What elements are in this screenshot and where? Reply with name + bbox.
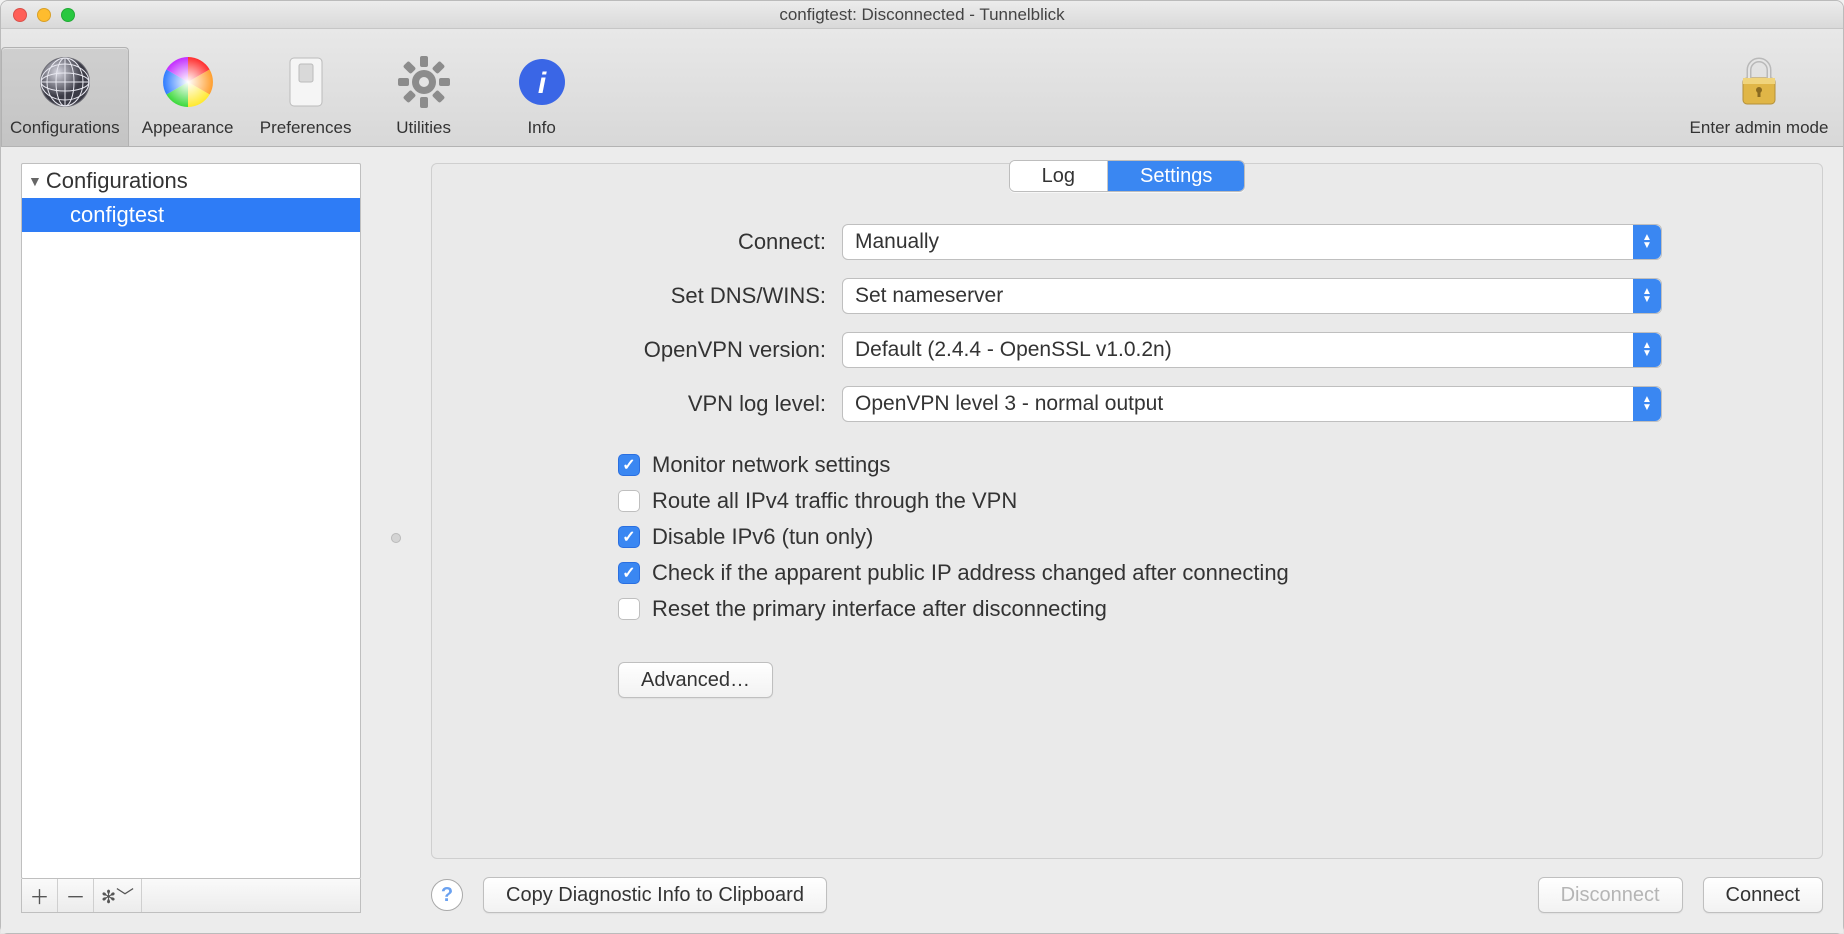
check-route-ipv4-box[interactable] [618,490,640,512]
disclosure-triangle-icon[interactable]: ▼ [28,173,42,189]
toolbar: Configurations Appearance Preferences Ut… [1,29,1843,147]
config-list-header-label: Configurations [46,168,188,194]
select-stepper-icon: ▲▼ [1633,279,1661,313]
connect-button[interactable]: Connect [1703,877,1824,913]
openvpn-value: Default (2.4.4 - OpenSSL v1.0.2n) [855,338,1172,362]
dns-value: Set nameserver [855,284,1003,308]
check-disable-ipv6-box[interactable] [618,526,640,548]
tab-settings-label: Settings [1140,165,1212,188]
check-route-ipv4[interactable]: Route all IPv4 traffic through the VPN [618,488,1732,514]
splitter-handle[interactable] [389,163,403,913]
gear-icon [396,54,452,110]
dns-select[interactable]: Set nameserver ▲▼ [842,278,1662,314]
body: ▼ Configurations configtest ＋ － ✻﹀ Log S… [1,147,1843,933]
main-column: Log Settings Connect: Manually ▲▼ Set DN… [431,163,1823,913]
check-public-ip[interactable]: Check if the apparent public IP address … [618,560,1732,586]
network-globe-icon [37,54,93,110]
minus-icon: － [66,881,86,910]
loglevel-value: OpenVPN level 3 - normal output [855,392,1163,416]
config-list[interactable]: ▼ Configurations configtest [21,163,361,879]
traffic-lights [13,8,75,22]
zoom-window-button[interactable] [61,8,75,22]
tab-appearance[interactable]: Appearance [129,48,247,146]
check-reset-interface[interactable]: Reset the primary interface after discon… [618,596,1732,622]
tab-configurations-label: Configurations [10,118,120,138]
dns-label: Set DNS/WINS: [522,283,842,309]
config-actions-menu[interactable]: ✻﹀ [94,879,142,912]
bottom-bar: ? Copy Diagnostic Info to Clipboard Disc… [431,877,1823,913]
loglevel-select[interactable]: OpenVPN level 3 - normal output ▲▼ [842,386,1662,422]
remove-config-button[interactable]: － [58,879,94,912]
copy-diagnostic-button[interactable]: Copy Diagnostic Info to Clipboard [483,877,827,913]
config-item-label: configtest [70,202,164,227]
tab-configurations[interactable]: Configurations [1,47,129,146]
help-button[interactable]: ? [431,879,463,911]
row-loglevel: VPN log level: OpenVPN level 3 - normal … [522,386,1732,422]
color-wheel-icon [160,54,216,110]
sidebar: ▼ Configurations configtest ＋ － ✻﹀ [21,163,361,913]
connect-label: Connect: [522,229,842,255]
advanced-wrap: Advanced… [618,662,1732,698]
enter-admin-mode-button[interactable]: Enter admin mode [1679,48,1839,146]
row-openvpn: OpenVPN version: Default (2.4.4 - OpenSS… [522,332,1732,368]
check-route-ipv4-label: Route all IPv4 traffic through the VPN [652,488,1017,514]
check-monitor[interactable]: Monitor network settings [618,452,1732,478]
row-connect: Connect: Manually ▲▼ [522,224,1732,260]
window-title: configtest: Disconnected - Tunnelblick [1,5,1843,25]
connect-select[interactable]: Manually ▲▼ [842,224,1662,260]
sidebar-footer: ＋ － ✻﹀ [21,879,361,913]
openvpn-select[interactable]: Default (2.4.4 - OpenSSL v1.0.2n) ▲▼ [842,332,1662,368]
disconnect-label: Disconnect [1561,884,1660,907]
copy-diagnostic-label: Copy Diagnostic Info to Clipboard [506,884,804,907]
svg-text:i: i [537,67,546,100]
titlebar: configtest: Disconnected - Tunnelblick [1,1,1843,29]
tab-utilities-label: Utilities [396,118,451,138]
check-reset-interface-box[interactable] [618,598,640,620]
tab-preferences-label: Preferences [260,118,352,138]
close-window-button[interactable] [13,8,27,22]
log-settings-segmented: Log Settings [1009,160,1246,192]
tab-log[interactable]: Log [1010,161,1108,191]
minimize-window-button[interactable] [37,8,51,22]
settings-panel: Log Settings Connect: Manually ▲▼ Set DN… [431,163,1823,859]
enter-admin-mode-label: Enter admin mode [1690,118,1829,138]
gear-dropdown-icon: ✻﹀ [101,883,134,909]
connect-value: Manually [855,230,939,254]
config-item-configtest[interactable]: configtest [22,198,360,232]
check-public-ip-box[interactable] [618,562,640,584]
openvpn-label: OpenVPN version: [522,337,842,363]
add-config-button[interactable]: ＋ [22,879,58,912]
tab-preferences[interactable]: Preferences [247,48,365,146]
check-monitor-box[interactable] [618,454,640,476]
disconnect-button[interactable]: Disconnect [1538,877,1683,913]
check-disable-ipv6[interactable]: Disable IPv6 (tun only) [618,524,1732,550]
check-reset-interface-label: Reset the primary interface after discon… [652,596,1107,622]
tab-log-label: Log [1042,165,1075,188]
check-public-ip-label: Check if the apparent public IP address … [652,560,1289,586]
row-dns: Set DNS/WINS: Set nameserver ▲▼ [522,278,1732,314]
config-list-header[interactable]: ▼ Configurations [22,164,360,198]
tab-settings[interactable]: Settings [1108,161,1244,191]
plus-icon: ＋ [30,881,50,910]
advanced-button-label: Advanced… [641,669,750,692]
lock-icon [1731,54,1787,110]
tab-info-label: Info [527,118,555,138]
checkbox-list: Monitor network settings Route all IPv4 … [618,452,1732,622]
advanced-button[interactable]: Advanced… [618,662,773,698]
loglevel-label: VPN log level: [522,391,842,417]
segmented-wrap: Log Settings [432,160,1822,192]
tab-utilities[interactable]: Utilities [365,48,483,146]
info-icon: i [514,54,570,110]
tab-appearance-label: Appearance [142,118,234,138]
splitter-dot-icon [391,533,401,543]
connect-label: Connect [1726,884,1801,907]
check-monitor-label: Monitor network settings [652,452,890,478]
select-stepper-icon: ▲▼ [1633,225,1661,259]
check-disable-ipv6-label: Disable IPv6 (tun only) [652,524,873,550]
tab-info[interactable]: i Info [483,48,601,146]
select-stepper-icon: ▲▼ [1633,387,1661,421]
select-stepper-icon: ▲▼ [1633,333,1661,367]
help-icon: ? [441,884,453,907]
switch-icon [278,54,334,110]
